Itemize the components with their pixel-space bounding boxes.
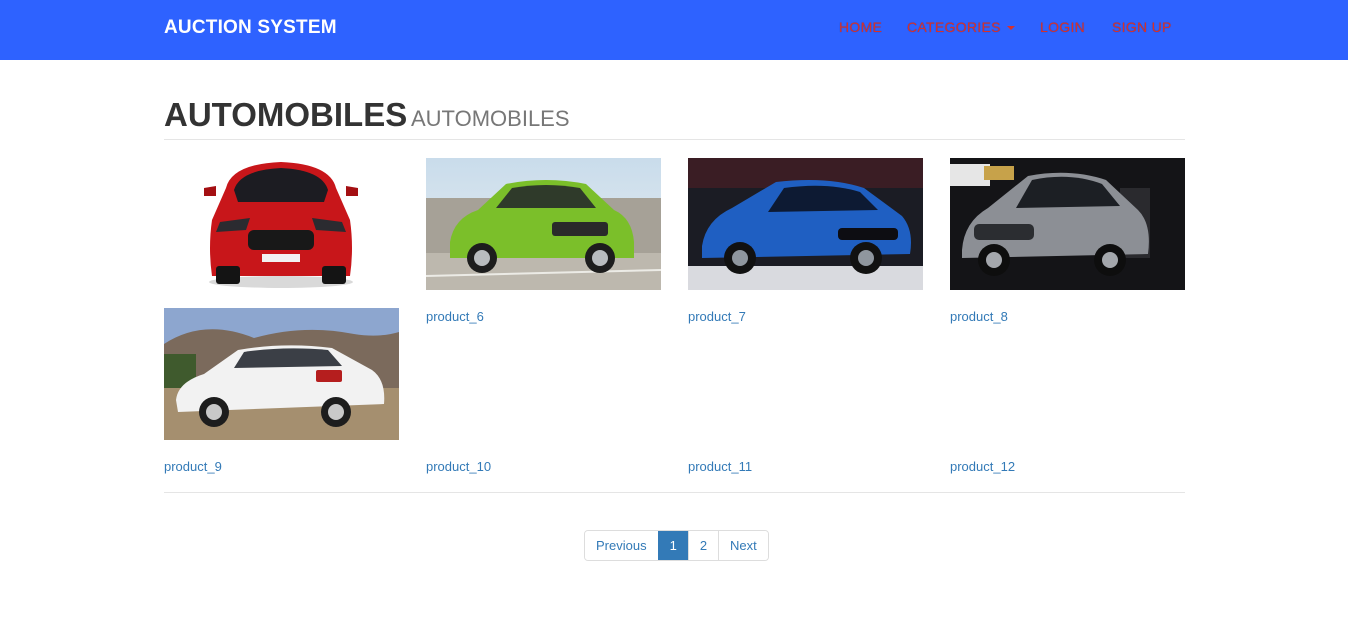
product-card: product_9 <box>164 308 399 478</box>
pagination-previous[interactable]: Previous <box>585 531 658 560</box>
product-card: product_6 <box>426 158 661 328</box>
product-card: product_10 <box>426 308 661 478</box>
pagination-page-1[interactable]: 1 <box>657 531 688 560</box>
product-card: product_7 <box>688 158 923 328</box>
nav-categories-label: CATEGORIES <box>907 19 1001 35</box>
red-hatchback-car-photo <box>164 158 399 290</box>
page-title: AUTOMOBILES <box>164 96 408 133</box>
product-image[interactable] <box>164 158 399 290</box>
product-image[interactable] <box>426 158 661 290</box>
nav-categories-dropdown[interactable]: CATEGORIES <box>907 19 1015 35</box>
product-link[interactable]: product_9 <box>164 459 222 474</box>
product-link[interactable]: product_12 <box>950 459 1015 474</box>
grey-hatchback-car-photo <box>950 158 1185 290</box>
pagination-next[interactable]: Next <box>718 531 768 560</box>
top-navbar: AUCTION SYSTEM HOME CATEGORIES LOGIN SIG… <box>0 0 1348 60</box>
nav-home[interactable]: HOME <box>839 19 882 35</box>
product-image-empty[interactable] <box>426 308 661 440</box>
product-image[interactable] <box>950 158 1185 290</box>
pagination-page-2[interactable]: 2 <box>687 531 719 560</box>
nav-sign-up[interactable]: SIGN UP <box>1112 19 1172 35</box>
white-sedan-car-photo <box>164 308 399 440</box>
caret-down-icon <box>1006 26 1015 31</box>
product-card: product_12 <box>950 308 1185 478</box>
content-divider <box>164 492 1185 493</box>
blue-crossover-car-photo <box>688 158 923 290</box>
green-hatchback-car-photo <box>426 158 661 290</box>
nav-login[interactable]: LOGIN <box>1040 19 1085 35</box>
product-image-empty[interactable] <box>950 308 1185 440</box>
product-image[interactable] <box>688 158 923 290</box>
product-card: product_5 <box>164 158 399 331</box>
nav-menu: HOME CATEGORIES LOGIN SIGN UP <box>0 19 1348 39</box>
page-header: AUTOMOBILES AUTOMOBILES <box>164 92 1185 140</box>
product-link[interactable]: product_11 <box>688 459 752 474</box>
product-card: product_8 <box>950 158 1185 328</box>
page-subtitle: AUTOMOBILES <box>411 106 570 131</box>
product-link[interactable]: product_10 <box>426 459 491 474</box>
product-card: product_11 <box>688 308 923 478</box>
pagination: Previous 1 2 Next <box>584 530 769 561</box>
product-image-empty[interactable] <box>688 308 923 440</box>
product-image[interactable] <box>164 308 399 440</box>
